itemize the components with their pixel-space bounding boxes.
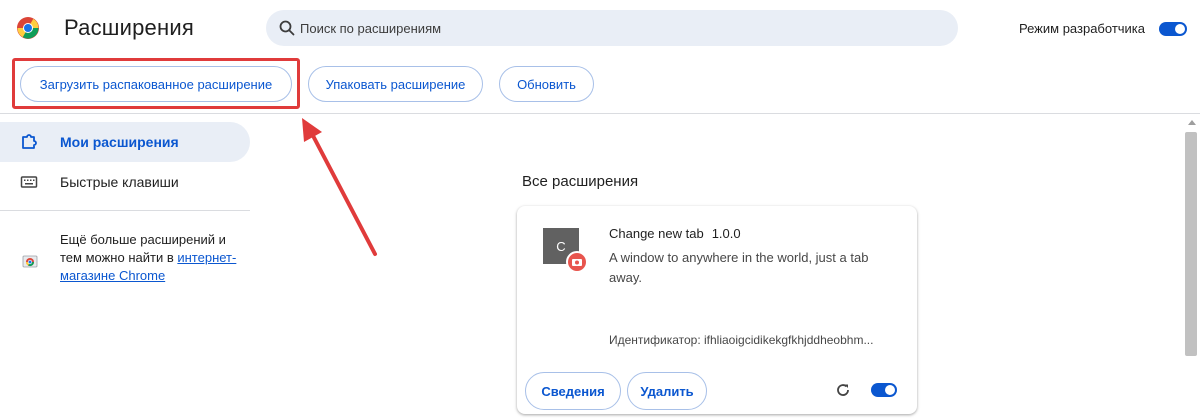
extension-id: Идентификатор: ifhliaoigcidikekgfkhjddhe… <box>609 333 874 347</box>
dev-mode-label: Режим разработчика <box>1019 21 1146 36</box>
annotation-arrow-icon <box>302 118 377 256</box>
dev-mode-toggle[interactable] <box>1159 22 1187 36</box>
chrome-web-store-icon <box>22 255 38 268</box>
sidebar-divider <box>0 210 250 211</box>
keyboard-icon <box>20 176 38 188</box>
extension-card: C Change new tab 1.0.0 A window to anywhe… <box>517 206 917 414</box>
extension-version: 1.0.0 <box>711 226 741 241</box>
reload-icon[interactable] <box>835 382 851 398</box>
toggle-knob <box>1175 24 1185 34</box>
search-input[interactable] <box>300 10 940 46</box>
toggle-knob <box>885 385 895 395</box>
extension-description: A window to anywhere in the world, just … <box>609 250 869 285</box>
puzzle-icon <box>22 134 37 149</box>
sidebar-item-label: Быстрые клавиши <box>60 174 179 190</box>
dev-toolbar: Загрузить распакованное расширение Упако… <box>0 57 1200 114</box>
remove-button[interactable]: Удалить <box>627 372 707 410</box>
pack-extension-button[interactable]: Упаковать расширение <box>308 66 483 102</box>
highlight-annotation-box <box>12 58 300 109</box>
scroll-thumb[interactable] <box>1185 132 1197 356</box>
sidebar-item-shortcuts[interactable]: Быстрые клавиши <box>0 162 250 202</box>
extension-name: Change new tab <box>609 226 704 241</box>
page-title: Расширения <box>64 15 194 40</box>
sidebar: Мои расширения Быстрые клавиши Ещё больш… <box>0 114 260 418</box>
extension-enable-toggle[interactable] <box>871 383 897 397</box>
unpacked-badge-icon <box>566 251 588 273</box>
section-title: Все расширения <box>522 173 639 190</box>
scrollbar[interactable] <box>1182 114 1200 418</box>
chrome-logo-icon <box>17 17 39 39</box>
extension-name-row: Change new tab 1.0.0 <box>609 226 741 241</box>
search-box[interactable] <box>266 10 958 46</box>
sidebar-item-label: Мои расширения <box>60 134 179 150</box>
page-header: Расширения Режим разработчика <box>0 0 1200 57</box>
update-button[interactable]: Обновить <box>499 66 594 102</box>
details-button[interactable]: Сведения <box>525 372 621 410</box>
search-icon <box>279 20 295 36</box>
scroll-up-arrow-icon[interactable] <box>1188 120 1196 125</box>
web-store-promo: Ещё больше расширений и тем можно найти … <box>60 231 250 285</box>
camera-icon <box>572 259 582 266</box>
sidebar-item-my-extensions[interactable]: Мои расширения <box>0 122 250 162</box>
